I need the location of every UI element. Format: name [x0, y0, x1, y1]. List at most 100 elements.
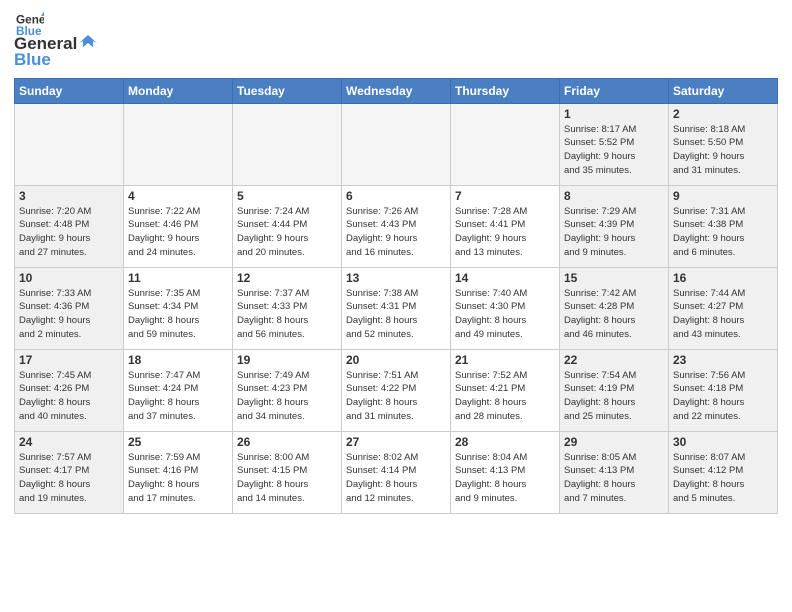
calendar-cell: 26 Sunrise: 8:00 AM Sunset: 4:15 PM Dayli…	[233, 431, 342, 513]
day-number: 26	[237, 435, 337, 449]
day-number: 13	[346, 271, 446, 285]
day-info: Sunrise: 7:28 AM Sunset: 4:41 PM Dayligh…	[455, 205, 555, 260]
day-info: Sunrise: 7:31 AM Sunset: 4:38 PM Dayligh…	[673, 205, 773, 260]
day-number: 22	[564, 353, 664, 367]
calendar-cell	[15, 103, 124, 185]
day-info: Sunrise: 7:51 AM Sunset: 4:22 PM Dayligh…	[346, 369, 446, 424]
day-number: 11	[128, 271, 228, 285]
calendar-cell	[124, 103, 233, 185]
col-header-monday: Monday	[124, 78, 233, 103]
day-number: 9	[673, 189, 773, 203]
week-row-2: 10 Sunrise: 7:33 AM Sunset: 4:36 PM Dayli…	[15, 267, 778, 349]
day-info: Sunrise: 7:57 AM Sunset: 4:17 PM Dayligh…	[19, 451, 119, 506]
day-number: 20	[346, 353, 446, 367]
col-header-saturday: Saturday	[669, 78, 778, 103]
day-info: Sunrise: 7:20 AM Sunset: 4:48 PM Dayligh…	[19, 205, 119, 260]
day-info: Sunrise: 7:56 AM Sunset: 4:18 PM Dayligh…	[673, 369, 773, 424]
day-info: Sunrise: 8:18 AM Sunset: 5:50 PM Dayligh…	[673, 123, 773, 178]
calendar-cell: 30 Sunrise: 8:07 AM Sunset: 4:12 PM Dayli…	[669, 431, 778, 513]
day-info: Sunrise: 7:59 AM Sunset: 4:16 PM Dayligh…	[128, 451, 228, 506]
calendar-cell: 10 Sunrise: 7:33 AM Sunset: 4:36 PM Dayli…	[15, 267, 124, 349]
day-number: 7	[455, 189, 555, 203]
day-info: Sunrise: 7:22 AM Sunset: 4:46 PM Dayligh…	[128, 205, 228, 260]
day-info: Sunrise: 7:42 AM Sunset: 4:28 PM Dayligh…	[564, 287, 664, 342]
week-row-0: 1Sunrise: 8:17 AM Sunset: 5:52 PM Daylig…	[15, 103, 778, 185]
page-container: General Blue General Blue SundayMonday	[0, 0, 792, 522]
calendar-cell: 16 Sunrise: 7:44 AM Sunset: 4:27 PM Dayli…	[669, 267, 778, 349]
day-info: Sunrise: 8:07 AM Sunset: 4:12 PM Dayligh…	[673, 451, 773, 506]
calendar-cell	[233, 103, 342, 185]
calendar-cell: 2 Sunrise: 8:18 AM Sunset: 5:50 PM Daylig…	[669, 103, 778, 185]
calendar-cell: 11 Sunrise: 7:35 AM Sunset: 4:34 PM Dayli…	[124, 267, 233, 349]
day-info: Sunrise: 7:29 AM Sunset: 4:39 PM Dayligh…	[564, 205, 664, 260]
calendar-cell: 7 Sunrise: 7:28 AM Sunset: 4:41 PM Daylig…	[451, 185, 560, 267]
day-info: Sunrise: 8:04 AM Sunset: 4:13 PM Dayligh…	[455, 451, 555, 506]
header: General Blue General Blue	[14, 10, 778, 70]
calendar-cell: 6 Sunrise: 7:26 AM Sunset: 4:43 PM Daylig…	[342, 185, 451, 267]
calendar-cell: 24 Sunrise: 7:57 AM Sunset: 4:17 PM Dayli…	[15, 431, 124, 513]
day-info: Sunrise: 7:49 AM Sunset: 4:23 PM Dayligh…	[237, 369, 337, 424]
week-row-3: 17 Sunrise: 7:45 AM Sunset: 4:26 PM Dayli…	[15, 349, 778, 431]
day-number: 23	[673, 353, 773, 367]
col-header-friday: Friday	[560, 78, 669, 103]
calendar-cell: 19 Sunrise: 7:49 AM Sunset: 4:23 PM Dayli…	[233, 349, 342, 431]
day-info: Sunrise: 7:33 AM Sunset: 4:36 PM Dayligh…	[19, 287, 119, 342]
day-info: Sunrise: 7:44 AM Sunset: 4:27 PM Dayligh…	[673, 287, 773, 342]
logo: General Blue General Blue	[14, 10, 99, 70]
calendar-cell	[451, 103, 560, 185]
day-info: Sunrise: 7:40 AM Sunset: 4:30 PM Dayligh…	[455, 287, 555, 342]
day-info: Sunrise: 7:45 AM Sunset: 4:26 PM Dayligh…	[19, 369, 119, 424]
day-number: 16	[673, 271, 773, 285]
calendar-cell: 3 Sunrise: 7:20 AM Sunset: 4:48 PM Daylig…	[15, 185, 124, 267]
day-info: Sunrise: 7:35 AM Sunset: 4:34 PM Dayligh…	[128, 287, 228, 342]
col-header-thursday: Thursday	[451, 78, 560, 103]
calendar-cell: 12Sunrise: 7:37 AM Sunset: 4:33 PM Dayli…	[233, 267, 342, 349]
calendar-cell: 28 Sunrise: 8:04 AM Sunset: 4:13 PM Dayli…	[451, 431, 560, 513]
calendar-cell: 21 Sunrise: 7:52 AM Sunset: 4:21 PM Dayli…	[451, 349, 560, 431]
day-info: Sunrise: 7:47 AM Sunset: 4:24 PM Dayligh…	[128, 369, 228, 424]
day-number: 2	[673, 107, 773, 121]
calendar-cell: 29Sunrise: 8:05 AM Sunset: 4:13 PM Dayli…	[560, 431, 669, 513]
calendar-cell: 25Sunrise: 7:59 AM Sunset: 4:16 PM Dayli…	[124, 431, 233, 513]
day-info: Sunrise: 7:26 AM Sunset: 4:43 PM Dayligh…	[346, 205, 446, 260]
week-row-1: 3 Sunrise: 7:20 AM Sunset: 4:48 PM Daylig…	[15, 185, 778, 267]
day-info: Sunrise: 7:38 AM Sunset: 4:31 PM Dayligh…	[346, 287, 446, 342]
day-number: 8	[564, 189, 664, 203]
day-number: 21	[455, 353, 555, 367]
calendar-cell: 14 Sunrise: 7:40 AM Sunset: 4:30 PM Dayli…	[451, 267, 560, 349]
col-header-tuesday: Tuesday	[233, 78, 342, 103]
day-number: 5	[237, 189, 337, 203]
day-info: Sunrise: 8:00 AM Sunset: 4:15 PM Dayligh…	[237, 451, 337, 506]
calendar-table: SundayMondayTuesdayWednesdayThursdayFrid…	[14, 78, 778, 514]
calendar-header-row: SundayMondayTuesdayWednesdayThursdayFrid…	[15, 78, 778, 103]
calendar-cell: 4 Sunrise: 7:22 AM Sunset: 4:46 PM Daylig…	[124, 185, 233, 267]
day-info: Sunrise: 8:02 AM Sunset: 4:14 PM Dayligh…	[346, 451, 446, 506]
day-info: Sunrise: 8:17 AM Sunset: 5:52 PM Dayligh…	[564, 123, 664, 178]
calendar-cell: 13 Sunrise: 7:38 AM Sunset: 4:31 PM Dayli…	[342, 267, 451, 349]
col-header-wednesday: Wednesday	[342, 78, 451, 103]
day-number: 4	[128, 189, 228, 203]
day-number: 30	[673, 435, 773, 449]
day-number: 28	[455, 435, 555, 449]
calendar-cell: 1Sunrise: 8:17 AM Sunset: 5:52 PM Daylig…	[560, 103, 669, 185]
day-info: Sunrise: 7:54 AM Sunset: 4:19 PM Dayligh…	[564, 369, 664, 424]
day-number: 18	[128, 353, 228, 367]
calendar-cell: 18 Sunrise: 7:47 AM Sunset: 4:24 PM Dayli…	[124, 349, 233, 431]
day-info: Sunrise: 7:52 AM Sunset: 4:21 PM Dayligh…	[455, 369, 555, 424]
calendar-cell: 9 Sunrise: 7:31 AM Sunset: 4:38 PM Daylig…	[669, 185, 778, 267]
calendar-cell: 5Sunrise: 7:24 AM Sunset: 4:44 PM Daylig…	[233, 185, 342, 267]
calendar-cell: 22 Sunrise: 7:54 AM Sunset: 4:19 PM Dayli…	[560, 349, 669, 431]
calendar-cell: 15 Sunrise: 7:42 AM Sunset: 4:28 PM Dayli…	[560, 267, 669, 349]
logo-bird-icon	[79, 33, 97, 49]
day-number: 12	[237, 271, 337, 285]
day-number: 24	[19, 435, 119, 449]
day-number: 17	[19, 353, 119, 367]
calendar-cell: 17 Sunrise: 7:45 AM Sunset: 4:26 PM Dayli…	[15, 349, 124, 431]
svg-text:General: General	[16, 13, 44, 26]
day-number: 14	[455, 271, 555, 285]
day-number: 15	[564, 271, 664, 285]
day-number: 3	[19, 189, 119, 203]
day-number: 10	[19, 271, 119, 285]
day-number: 6	[346, 189, 446, 203]
day-number: 19	[237, 353, 337, 367]
